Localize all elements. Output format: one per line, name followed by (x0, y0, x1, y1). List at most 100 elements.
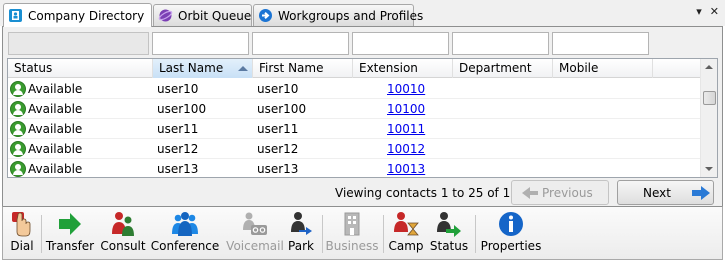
first-name-cell: user13 (257, 162, 299, 176)
status-person-arrow-icon (436, 210, 462, 238)
toolbar-divider (475, 215, 476, 253)
tab-label: Workgroups and Profiles (278, 8, 424, 23)
column-header-last-name[interactable]: Last Name (153, 59, 253, 78)
contacts-grid: Status Last Name First Name Extension De… (7, 58, 718, 178)
last-name-filter[interactable] (152, 32, 249, 55)
workgroups-icon (258, 8, 273, 23)
status-cell: Available (8, 79, 153, 99)
transfer-arrow-icon (57, 210, 83, 238)
call-toolbar: Dial Transfer Consult Conference Voicema… (2, 206, 723, 260)
table-row[interactable]: Available user11 user11 10011 (8, 119, 700, 139)
scroll-thumb[interactable] (703, 91, 716, 105)
extension-cell: 10013 (383, 159, 425, 177)
toolbar-divider (322, 215, 323, 253)
status-text: Available (28, 102, 83, 116)
tab-orbit-queue[interactable]: Orbit Queue (153, 4, 252, 26)
column-header-status[interactable]: Status (8, 59, 153, 78)
scroll-up-icon[interactable] (705, 65, 713, 69)
extension-link[interactable]: 10013 (387, 162, 425, 176)
toolbar-divider (383, 215, 384, 253)
available-status-icon (10, 121, 26, 137)
tab-company-directory[interactable]: Company Directory (3, 3, 152, 27)
available-status-icon (10, 141, 26, 157)
status-text: Available (28, 142, 83, 156)
voicemail-label: Voicemail (226, 239, 284, 253)
scroll-down-icon[interactable] (705, 167, 713, 171)
first-name-cell: user10 (257, 82, 299, 96)
business-button[interactable]: Business (326, 207, 378, 259)
status-cell: Available (8, 99, 153, 119)
arrow-left-icon (522, 186, 538, 199)
extension-link[interactable]: 10100 (387, 102, 425, 116)
table-row[interactable]: Available user100 user100 10100 (8, 99, 700, 119)
table-row[interactable]: Available user13 user13 10013 (8, 159, 700, 177)
first-name-cell: user100 (257, 102, 307, 116)
dial-label: Dial (10, 239, 34, 253)
properties-button[interactable]: Properties (481, 207, 541, 259)
dropdown-icon[interactable]: ▾ (696, 5, 702, 18)
next-label: Next (643, 185, 671, 200)
first-name-cell: user11 (257, 122, 299, 136)
dial-button[interactable]: Dial (7, 207, 37, 259)
conference-button[interactable]: Conference (151, 207, 219, 259)
last-name-cell: user11 (157, 122, 199, 136)
previous-button[interactable]: Previous (511, 180, 609, 205)
tab-label: Company Directory (28, 8, 145, 23)
table-row[interactable]: Available user10 user10 10010 (8, 79, 700, 99)
status-text: Available (28, 82, 83, 96)
extension-cell: 10100 (383, 99, 425, 119)
extension-link[interactable]: 10011 (387, 122, 425, 136)
extension-cell: 10011 (383, 119, 425, 139)
last-name-cell: user12 (157, 142, 199, 156)
vertical-scrollbar[interactable] (700, 59, 717, 177)
orbit-queue-icon (158, 8, 173, 23)
arrow-right-icon (691, 185, 710, 200)
park-label: Park (288, 239, 314, 253)
status-cell: Available (8, 159, 153, 177)
business-label: Business (325, 239, 379, 253)
column-header-first-name[interactable]: First Name (253, 59, 353, 78)
available-status-icon (10, 81, 26, 97)
status-cell: Available (8, 139, 153, 159)
status-filter (8, 32, 149, 55)
available-status-icon (10, 161, 26, 177)
mobile-filter[interactable] (552, 32, 649, 55)
tab-workgroups-profiles[interactable]: Workgroups and Profiles (253, 4, 423, 26)
directory-icon (8, 8, 23, 23)
table-row[interactable]: Available user12 user12 10012 (8, 139, 700, 159)
voicemail-button[interactable]: Voicemail (226, 207, 284, 259)
first-name-filter[interactable] (252, 32, 349, 55)
status-text: Available (28, 122, 83, 136)
dial-hand-icon (9, 210, 35, 238)
last-name-cell: user10 (157, 82, 199, 96)
extension-cell: 10010 (383, 79, 425, 99)
tab-label: Orbit Queue (178, 8, 252, 23)
camp-button[interactable]: Camp (388, 207, 424, 259)
camp-label: Camp (388, 239, 424, 253)
park-button[interactable]: Park (286, 207, 316, 259)
consult-label: Consult (100, 239, 146, 253)
sort-ascending-icon (238, 66, 248, 71)
grid-header: Status Last Name First Name Extension De… (8, 59, 700, 78)
extension-filter[interactable] (352, 32, 449, 55)
tab-strip: Company Directory Orbit Queue Workgroups… (0, 0, 725, 27)
close-icon[interactable]: ✕ (710, 5, 719, 18)
status-button[interactable]: Status (429, 207, 469, 259)
consult-button[interactable]: Consult (99, 207, 147, 259)
status-text: Available (28, 162, 83, 176)
extension-link[interactable]: 10012 (387, 142, 425, 156)
toolbar-divider (41, 215, 42, 253)
column-header-label: Last Name (159, 61, 224, 75)
extension-link[interactable]: 10010 (387, 82, 425, 96)
column-header-extension[interactable]: Extension (353, 59, 453, 78)
info-icon (498, 210, 524, 238)
department-filter[interactable] (452, 32, 549, 55)
status-label: Status (429, 239, 469, 253)
voicemail-icon (242, 210, 268, 238)
column-header-mobile[interactable]: Mobile (553, 59, 653, 78)
previous-label: Previous (542, 185, 593, 200)
transfer-button[interactable]: Transfer (45, 207, 95, 259)
viewing-contacts-text: Viewing contacts 1 to 25 of 103 (335, 186, 526, 200)
next-button[interactable]: Next (617, 180, 714, 205)
column-header-department[interactable]: Department (453, 59, 553, 78)
